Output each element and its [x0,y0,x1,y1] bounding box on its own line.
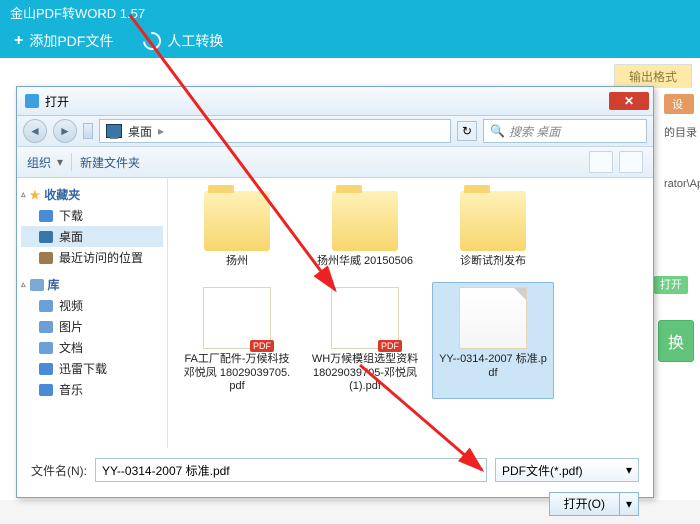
search-input[interactable]: 🔍 搜索 桌面 [483,119,647,143]
nav-pictures[interactable]: 图片 [21,316,163,337]
view-options-button[interactable] [589,151,613,173]
nav-videos[interactable]: 视频 [21,295,163,316]
side-info: 设 的目录 打开 rator\Ap [664,94,694,190]
nav-downloads[interactable]: 下载 [21,205,163,226]
file-open-dialog: 打开 ✕ ◄ ► 桌面 ▸ ↻ 🔍 搜索 桌面 组织 ▾ 新建文件夹 [16,86,654,498]
desktop-icon [39,231,53,243]
nav-music[interactable]: 音乐 [21,379,163,400]
file-item[interactable]: 诊断试剂发布 [432,186,554,274]
file-name: 扬州华威 20150506 [317,255,413,269]
filename-label: 文件名(N): [31,462,87,479]
nav-recent[interactable]: 最近访问的位置 [21,247,163,268]
file-name: 扬州 [226,255,248,269]
address-bar[interactable]: 桌面 ▸ [99,119,451,143]
side-open[interactable]: 打开 [654,276,688,294]
pdf-icon [203,287,271,349]
file-item[interactable]: 扬州华威 20150506 [304,186,426,274]
dialog-footer: 文件名(N): PDF文件(*.pdf) ▾ 打开(O) ▾ [17,448,653,524]
desktop-icon [106,124,122,138]
app-title-bar: 金山PDF转WORD 1.57 [0,0,700,24]
doc-icon [459,287,527,349]
file-item[interactable]: WH万候模组选型资料 18029039705-邓悦凤(1).pdf [304,282,426,399]
manual-convert-label: 人工转换 [167,31,223,51]
folder-icon [460,191,526,251]
library-icon [30,279,44,291]
side-dir: 的目录 [664,124,694,140]
app-toolbar: + 添加PDF文件 人工转换 登录 [0,24,700,58]
nav-favorites[interactable]: ▵★收藏夹 [21,186,163,203]
file-item[interactable]: YY--0314-2007 标准.pdf [432,282,554,399]
file-item[interactable]: FA工厂配件-万候科技邓悦凤 18029039705.pdf [176,282,298,399]
app-title: 金山PDF转WORD 1.57 [10,3,145,22]
close-button[interactable]: ✕ [609,92,649,110]
file-name: WH万候模组选型资料 18029039705-邓悦凤(1).pdf [309,353,421,394]
search-icon: 🔍 [490,124,505,138]
manual-convert-button[interactable]: 人工转换 [143,31,223,51]
plus-icon: + [14,32,23,50]
add-pdf-button[interactable]: + 添加PDF文件 [14,31,113,51]
file-name: YY--0314-2007 标准.pdf [437,353,549,381]
refresh-button[interactable]: ↻ [457,121,477,141]
open-button[interactable]: 打开(O) ▾ [549,492,639,516]
navigation-pane: ▵★收藏夹 下载 桌面 最近访问的位置 ▵库 视频 图片 文档 迅雷下载 音乐 [17,178,168,448]
back-button[interactable]: ◄ [23,119,47,143]
chevron-down-icon: ▾ [626,463,632,477]
file-name: FA工厂配件-万候科技邓悦凤 18029039705.pdf [181,353,293,394]
music-icon [39,384,53,396]
dialog-toolbar: 组织 ▾ 新建文件夹 [17,147,653,178]
address-location: 桌面 [128,123,152,140]
pdf-icon [331,287,399,349]
open-button-label: 打开(O) [549,492,619,516]
refresh-icon [140,28,165,53]
tab-strip: 输出格式 [614,64,692,88]
dialog-icon [25,94,39,108]
downloads-icon [39,210,53,222]
search-placeholder: 搜索 桌面 [509,123,560,140]
filter-label: PDF文件(*.pdf) [502,462,583,479]
forward-button[interactable]: ► [53,119,77,143]
star-icon: ★ [30,188,41,202]
open-button-dropdown[interactable]: ▾ [619,492,639,516]
document-icon [39,342,53,354]
file-list-pane[interactable]: 扬州 扬州华威 20150506 诊断试剂发布 FA工厂配件-万候科技邓悦凤 1802… [168,178,653,448]
help-button[interactable] [619,151,643,173]
side-badge: 设 [664,94,694,114]
video-icon [39,300,53,312]
nav-libraries[interactable]: ▵库 [21,276,163,293]
dialog-title-bar: 打开 ✕ [17,87,653,116]
nav-xunlei[interactable]: 迅雷下载 [21,358,163,379]
history-dropdown[interactable] [83,123,93,139]
folder-icon [332,191,398,251]
nav-documents[interactable]: 文档 [21,337,163,358]
recent-icon [39,252,53,264]
file-type-filter[interactable]: PDF文件(*.pdf) ▾ [495,458,639,482]
organize-button[interactable]: 组织 [27,154,51,171]
xunlei-icon [39,363,53,375]
folder-icon [204,191,270,251]
tab-output-format[interactable]: 输出格式 [614,64,692,88]
convert-button[interactable]: 换 [658,320,694,362]
dialog-title: 打开 [45,93,69,110]
filename-input[interactable] [95,458,487,482]
add-pdf-label: 添加PDF文件 [29,31,113,51]
nav-desktop[interactable]: 桌面 [21,226,163,247]
dialog-body: ▵★收藏夹 下载 桌面 最近访问的位置 ▵库 视频 图片 文档 迅雷下载 音乐 … [17,178,653,448]
address-bar-row: ◄ ► 桌面 ▸ ↻ 🔍 搜索 桌面 [17,116,653,147]
new-folder-button[interactable]: 新建文件夹 [80,154,140,171]
file-item[interactable]: 扬州 [176,186,298,274]
file-name: 诊断试剂发布 [460,255,526,269]
side-path: rator\Ap [664,178,694,190]
picture-icon [39,321,53,333]
